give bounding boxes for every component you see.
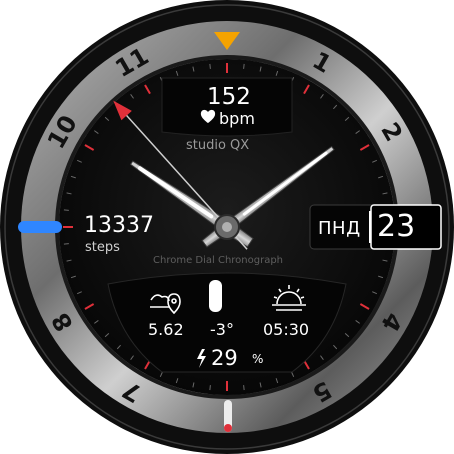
minute-tick — [243, 385, 245, 391]
minute-tick — [63, 209, 69, 211]
day-of-week: ПНД — [318, 218, 361, 239]
center-indicator-bar — [209, 280, 222, 312]
date-number: 23 — [377, 209, 416, 244]
center-pin — [222, 222, 232, 232]
minute-tick — [209, 385, 211, 391]
minute-tick — [209, 63, 211, 69]
location-value: 5.62 — [148, 320, 184, 339]
heart-rate-value: 152 — [207, 84, 251, 110]
minute-tick — [243, 63, 245, 69]
sunrise-time: 05:30 — [263, 320, 310, 339]
nine-marker — [18, 221, 62, 233]
battery-unit: % — [252, 352, 264, 366]
dial-subtitle: Chrome Dial Chronograph — [153, 255, 284, 266]
steps-value: 13337 — [84, 213, 154, 238]
brand-name: studio QX — [186, 138, 250, 153]
six-marker-red-tip — [224, 424, 232, 432]
temperature-value: -3° — [210, 320, 234, 339]
battery-value: 29 — [211, 346, 238, 370]
minute-tick — [63, 243, 69, 245]
steps-label: steps — [85, 240, 120, 255]
heart-rate-unit: bpm — [219, 109, 255, 128]
